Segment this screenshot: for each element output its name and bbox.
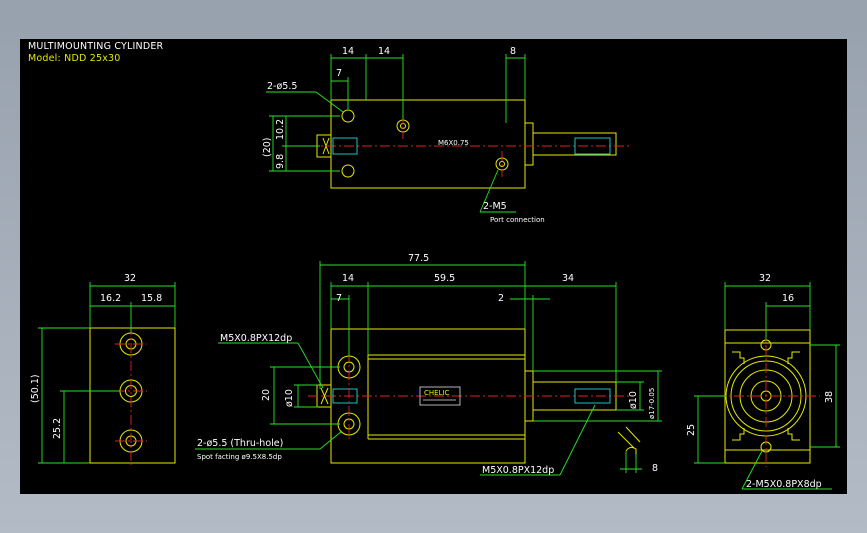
rod-thread-label: M5X0.8PX12dp: [482, 465, 554, 476]
right-dim-32: 32: [759, 273, 771, 284]
front-dim-34: 34: [562, 273, 574, 284]
top-rod: [532, 132, 617, 156]
left-dim-16-2: 16.2: [100, 293, 121, 304]
front-dim-2: 2: [498, 293, 504, 304]
drawing-canvas[interactable]: MULTIMOUNTING CYLINDER Model: NDD 25x30 …: [20, 39, 847, 494]
left-dim-25-2: 25.2: [52, 418, 63, 439]
left-view: 32 16.2 15.8 (50.1) 25.2: [30, 273, 176, 465]
right-thread-label: 2-M5X0.8PX8dp: [746, 479, 822, 490]
top-dim-10-2: 10.2: [275, 119, 286, 140]
top-mount-hole-1: [341, 109, 355, 123]
left-dim-50-1: (50.1): [30, 374, 41, 403]
right-dim-16: 16: [782, 293, 794, 304]
front-dim-59-5: 59.5: [434, 273, 455, 284]
right-dim-25: 25: [686, 424, 697, 436]
front-hole-label: 2-ø5.5 (Thru-hole): [197, 438, 283, 449]
port-note: Port connection: [490, 216, 545, 224]
top-dim-7: 7: [336, 68, 342, 79]
front-dim-7: 7: [336, 293, 342, 304]
top-dim-14a: 14: [342, 46, 354, 57]
top-view: M6X0.75 14 14 8 7 (20) 10.2 9.8 2-ø5.5 2…: [262, 46, 632, 224]
front-spot-label: Spot facting ø9.5X8.5dp: [197, 453, 282, 461]
top-dim-20: (20): [262, 137, 273, 157]
front-view: CHELIC 77.5 14 59.5 34 7 2 20 ø10 ø10 ø1…: [195, 253, 662, 476]
center-mark-label: M6X0.75: [438, 139, 469, 147]
front-dim-d10-right: ø10: [628, 391, 639, 409]
top-hole-label: 2-ø5.5: [267, 81, 297, 92]
left-dim-32: 32: [124, 273, 136, 284]
left-dim-15-8: 15.8: [141, 293, 162, 304]
top-rod-collar: [524, 122, 534, 166]
front-dim-14: 14: [342, 273, 354, 284]
front-thread-label: M5X0.8PX12dp: [220, 333, 292, 344]
top-dim-9-8: 9.8: [275, 154, 286, 169]
port-label: 2-M5: [483, 201, 507, 212]
cad-drawing: M6X0.75 14 14 8 7 (20) 10.2 9.8 2-ø5.5 2…: [30, 46, 840, 490]
top-dim-14b: 14: [378, 46, 390, 57]
top-dim-8: 8: [510, 46, 516, 57]
top-mount-hole-2: [341, 164, 355, 178]
front-dim-20: 20: [261, 389, 272, 401]
front-dim-77-5: 77.5: [408, 253, 429, 264]
right-view: 32 16 38 25 2-M5X0.8PX8dp: [686, 273, 840, 490]
right-dim-38: 38: [824, 391, 835, 403]
front-dim-d10-left: ø10: [284, 389, 295, 407]
front-dim-d17: ø17-0.05: [648, 388, 656, 419]
front-dim-8: 8: [652, 463, 658, 474]
nameplate-text: CHELIC: [424, 389, 450, 397]
